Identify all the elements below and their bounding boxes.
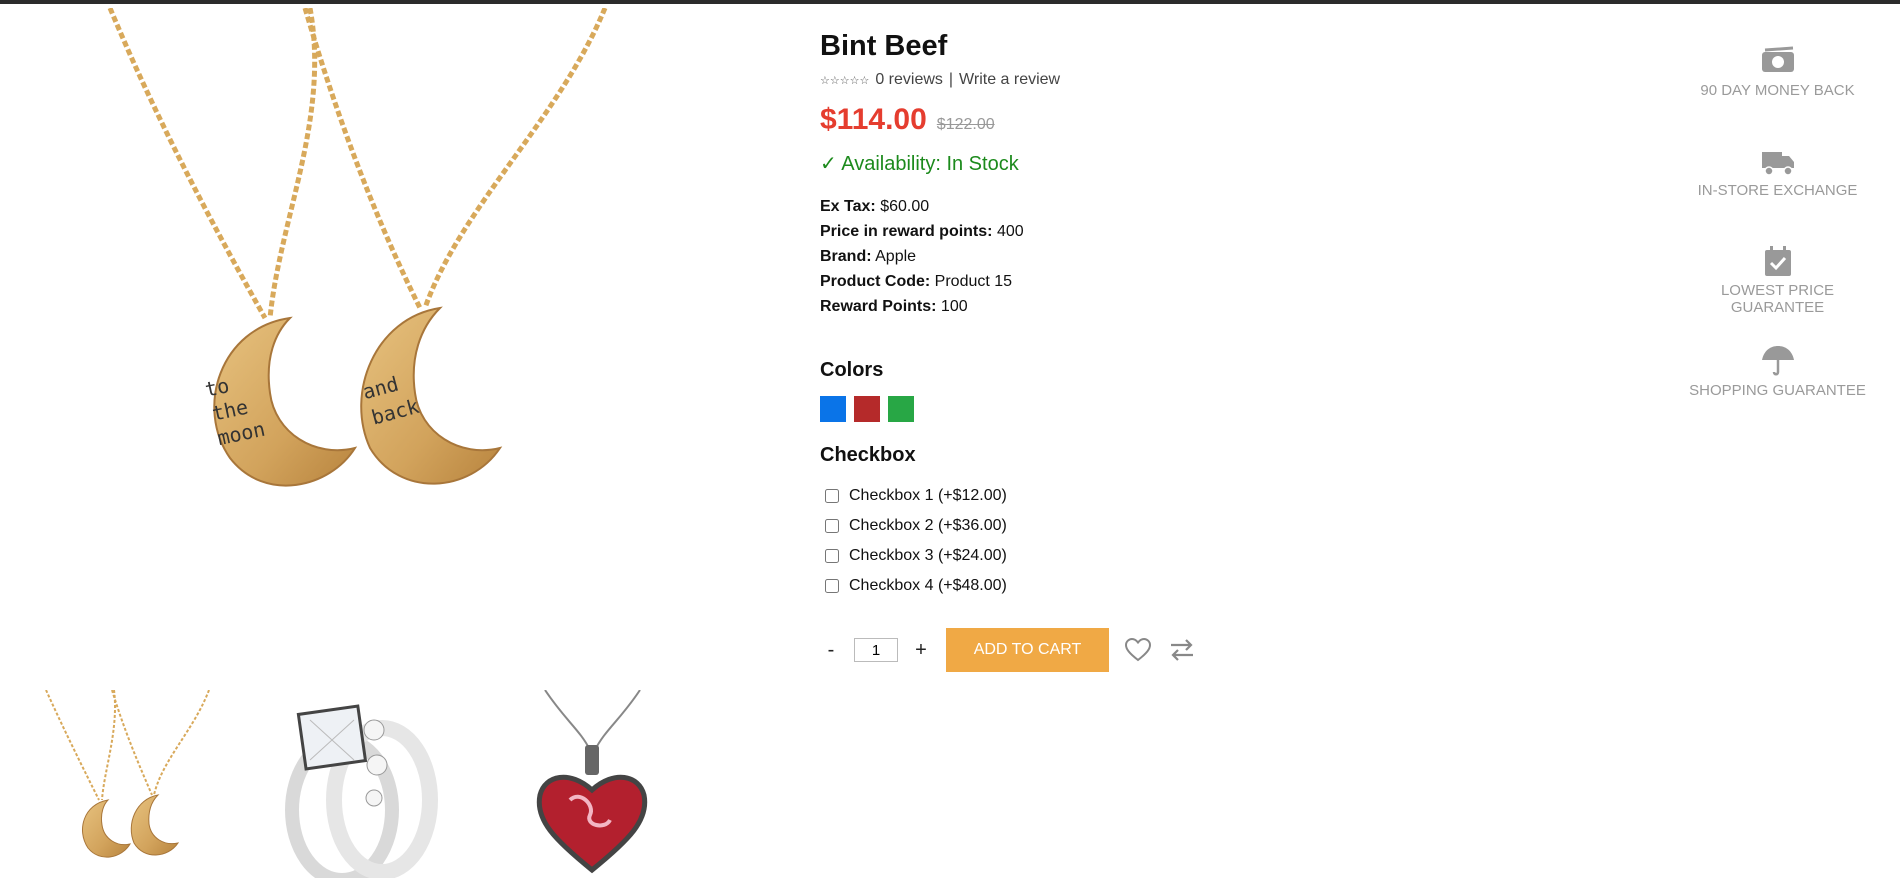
checkbox-label: Checkbox 2 (+$36.00) (849, 517, 1007, 534)
svg-text:to: to (203, 373, 232, 401)
add-to-cart-row: - + ADD TO CART (820, 628, 1197, 672)
reviews-link[interactable]: 0 reviews (875, 71, 943, 89)
checkbox-label: Checkbox 3 (+$24.00) (849, 547, 1007, 564)
compare-button[interactable] (1167, 635, 1197, 665)
price-current: $114.00 (820, 103, 927, 136)
product-title: Bint Beef (820, 30, 948, 62)
review-line: ☆☆☆☆☆ 0 reviews | Write a review (820, 71, 1380, 89)
attr-label: Price in reward points: (820, 223, 993, 240)
rating-stars-icon: ☆☆☆☆☆ (820, 74, 870, 87)
checkbox-label: Checkbox 1 (+$12.00) (849, 487, 1007, 504)
checkbox-input[interactable] (825, 489, 839, 503)
main-product-image[interactable]: to the moon and back (100, 7, 620, 538)
thumbnail-rings[interactable] (262, 690, 462, 878)
calendar-check-icon (1764, 246, 1791, 276)
color-swatch-blue[interactable] (820, 396, 846, 422)
quantity-input[interactable] (854, 638, 898, 662)
checkbox-options: Checkbox 1 (+$12.00) Checkbox 2 (+$36.00… (820, 481, 1380, 601)
price-old: $122.00 (936, 116, 995, 133)
attr-reward-price: Price in reward points: 400 (820, 219, 1380, 244)
attr-value: Product 15 (934, 273, 1013, 290)
color-swatches (820, 396, 1380, 422)
attr-value: 100 (940, 298, 968, 315)
checkbox-option[interactable]: Checkbox 4 (+$48.00) (820, 571, 1380, 601)
color-swatch-green[interactable] (888, 396, 914, 422)
truck-icon (1761, 152, 1794, 176)
write-review-link[interactable]: Write a review (959, 71, 1060, 89)
heart-icon (1125, 638, 1151, 662)
attr-product-code: Product Code: Product 15 (820, 269, 1380, 294)
checkbox-input[interactable] (825, 519, 839, 533)
colors-heading: Colors (820, 359, 884, 381)
attr-brand: Brand: Apple (820, 244, 1380, 269)
guarantee-label: 90 DAY MONEY BACK (1700, 82, 1855, 99)
guarantee-lowest-price: LOWEST PRICE GUARANTEE (1680, 244, 1875, 316)
attr-reward-points: Reward Points: 100 (820, 294, 1380, 319)
compare-arrows-icon (1171, 639, 1193, 661)
attr-label: Ex Tax: (820, 198, 876, 215)
attr-value: 400 (996, 223, 1024, 240)
thumbnail-necklace[interactable] (44, 689, 214, 878)
checkbox-heading: Checkbox (820, 444, 916, 466)
attr-label: Product Code: (820, 273, 931, 290)
product-attributes: Ex Tax: $60.00 Price in reward points: 4… (820, 194, 1380, 319)
wishlist-button[interactable] (1123, 635, 1153, 665)
add-to-cart-button[interactable]: ADD TO CART (946, 628, 1109, 672)
color-swatch-red[interactable] (854, 396, 880, 422)
guarantee-exchange: IN-STORE EXCHANGE (1680, 144, 1875, 199)
checkbox-option[interactable]: Checkbox 2 (+$36.00) (820, 511, 1380, 541)
attr-value: $60.00 (880, 198, 930, 215)
attr-ex-tax: Ex Tax: $60.00 (820, 194, 1380, 219)
review-separator: | (948, 71, 954, 88)
quantity-increase-button[interactable]: + (910, 639, 932, 662)
guarantee-label: SHOPPING GUARANTEE (1689, 382, 1866, 399)
umbrella-icon (1761, 346, 1794, 376)
availability-status: ✓ Availability: In Stock (820, 153, 1019, 175)
guarantee-label: LOWEST PRICE GUARANTEE (1720, 282, 1835, 316)
guarantee-money-back: 90 DAY MONEY BACK (1680, 44, 1875, 99)
checkbox-label: Checkbox 4 (+$48.00) (849, 577, 1007, 594)
checkbox-option[interactable]: Checkbox 3 (+$24.00) (820, 541, 1380, 571)
checkbox-input[interactable] (825, 549, 839, 563)
checkbox-input[interactable] (825, 579, 839, 593)
guarantee-shopping: SHOPPING GUARANTEE (1680, 344, 1875, 399)
top-border (0, 0, 1900, 4)
thumbnail-heart-pendant[interactable] (535, 689, 650, 878)
attr-label: Reward Points: (820, 298, 937, 315)
quantity-decrease-button[interactable]: - (820, 639, 842, 662)
checkbox-option[interactable]: Checkbox 1 (+$12.00) (820, 481, 1380, 511)
money-icon (1761, 46, 1794, 72)
guarantee-label: IN-STORE EXCHANGE (1697, 182, 1858, 199)
price-row: $114.00 $122.00 (820, 103, 1380, 137)
attr-value: Apple (875, 248, 917, 265)
attr-label: Brand: (820, 248, 872, 265)
product-info: Bint Beef ☆☆☆☆☆ 0 reviews | Write a revi… (820, 30, 1380, 601)
